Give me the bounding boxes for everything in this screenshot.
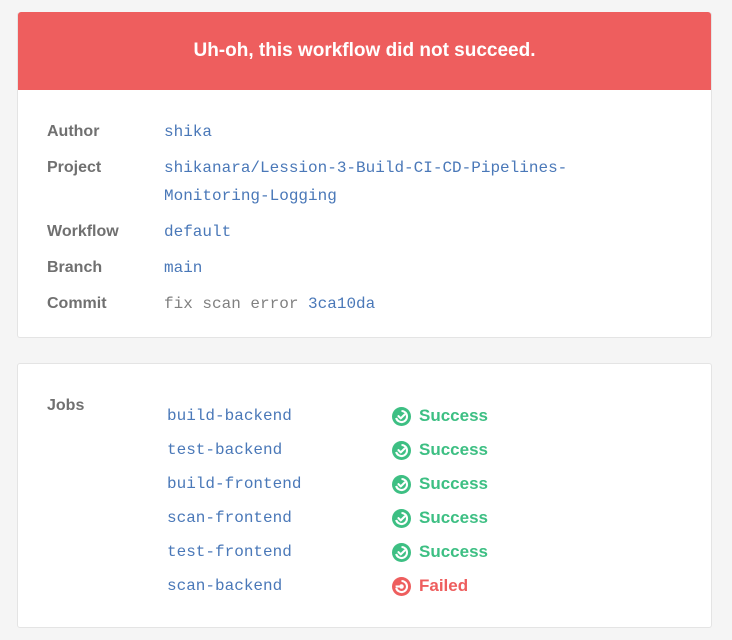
jobs-label: Jobs [47, 397, 85, 414]
project-row: Project shikanara/Lession-3-Build-CI-CD-… [47, 156, 711, 210]
workflow-summary-card: Uh-oh, this workflow did not succeed. Au… [17, 12, 712, 338]
job-name-link[interactable]: scan-frontend [167, 509, 392, 527]
job-status[interactable]: Success [392, 508, 488, 528]
success-check-icon [392, 508, 411, 528]
job-status-label: Success [419, 474, 488, 493]
project-link[interactable]: shikanara/Lession-3-Build-CI-CD-Pipeline… [164, 154, 624, 210]
author-label: Author [47, 123, 100, 140]
job-name-link[interactable]: build-backend [167, 407, 392, 425]
job-row: build-frontend Success [167, 467, 488, 501]
job-status[interactable]: Success [392, 440, 488, 460]
author-row: Author shika [47, 120, 711, 146]
failure-banner: Uh-oh, this workflow did not succeed. [18, 12, 711, 90]
job-name-link[interactable]: test-frontend [167, 543, 392, 561]
jobs-card: Jobs build-backend Success test-backend Suc… [17, 363, 712, 628]
workflow-details: Author shika Project shikanara/Lession-3… [18, 90, 711, 318]
success-check-icon [392, 440, 411, 460]
author-link[interactable]: shika [164, 118, 212, 146]
project-line-1: shikanara/Lession-3-Build-CI-CD-Pipeline… [164, 159, 568, 177]
failed-icon [392, 576, 411, 596]
job-name-link[interactable]: scan-backend [167, 577, 392, 595]
job-status-label: Success [419, 440, 488, 459]
workflow-link[interactable]: default [164, 218, 231, 246]
branch-row: Branch main [47, 256, 711, 282]
banner-title: Uh-oh, this workflow did not succeed. [193, 40, 536, 61]
branch-label: Branch [47, 259, 103, 276]
job-row: build-backend Success [167, 399, 488, 433]
workflow-label: Workflow [47, 223, 119, 240]
job-row: test-backend Success [167, 433, 488, 467]
job-status[interactable]: Success [392, 406, 488, 426]
job-name-link[interactable]: build-frontend [167, 475, 392, 493]
job-status[interactable]: Success [392, 474, 488, 494]
job-status-label: Success [419, 508, 488, 527]
job-status[interactable]: Failed [392, 576, 468, 596]
job-status-label: Success [419, 406, 488, 425]
branch-link[interactable]: main [164, 254, 202, 282]
success-check-icon [392, 474, 411, 494]
job-status[interactable]: Success [392, 542, 488, 562]
job-status-label: Failed [419, 576, 469, 595]
project-line-2: Monitoring-Logging [164, 187, 337, 205]
job-name-link[interactable]: test-backend [167, 441, 392, 459]
commit-hash-link[interactable]: 3ca10da [308, 295, 375, 313]
success-check-icon [392, 406, 411, 426]
commit-message: fix scan error [164, 295, 299, 313]
job-row: scan-backend Failed [167, 569, 488, 603]
commit-value: fix scan error 3ca10da [164, 290, 375, 318]
jobs-list: build-backend Success test-backend Success b… [167, 399, 488, 603]
project-label: Project [47, 159, 102, 176]
job-row: scan-frontend Success [167, 501, 488, 535]
commit-label: Commit [47, 295, 107, 312]
job-status-label: Success [419, 542, 488, 561]
workflow-row: Workflow default [47, 220, 711, 246]
job-row: test-frontend Success [167, 535, 488, 569]
commit-row: Commit fix scan error 3ca10da [47, 292, 711, 318]
success-check-icon [392, 542, 411, 562]
